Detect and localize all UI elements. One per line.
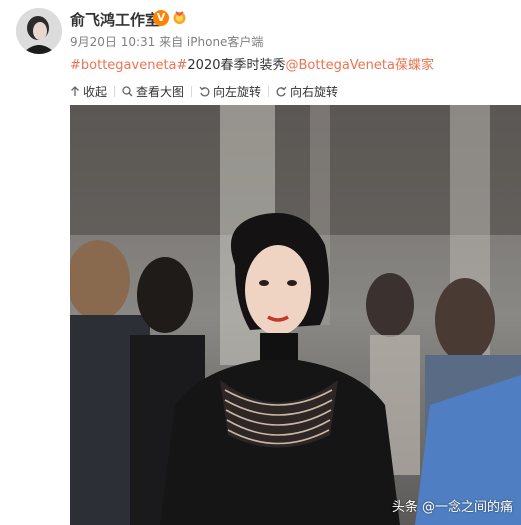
magnifier-icon (122, 85, 133, 96)
verified-badge-icon: V (153, 10, 169, 26)
rotate-right-label: 向右旋转 (290, 84, 339, 99)
rotate-left-icon (199, 86, 210, 96)
watermark: 头条 @一念之间的痛 (391, 500, 513, 515)
divider (114, 85, 116, 97)
hashtag-link[interactable]: #bottegaveneta# (70, 58, 187, 73)
view-large-label: 查看大图 (136, 84, 185, 99)
photo-illustration (70, 105, 521, 525)
collapse-label: 收起 (83, 84, 108, 99)
rotate-right-icon (276, 86, 287, 96)
rotate-left-button[interactable]: 向左旋转 (199, 83, 261, 100)
view-large-button[interactable]: 查看大图 (122, 83, 184, 100)
post-photo[interactable]: 头条 @一念之间的痛 (70, 105, 521, 525)
username[interactable]: 俞飞鸿工作室 (70, 9, 160, 30)
post-meta: 9月20日 10:31 来自 iPhone客户端 (70, 35, 264, 49)
image-toolbar: 收起 查看大图 向左旋转 向右旋转 (70, 82, 338, 100)
collapse-button[interactable]: 收起 (70, 83, 107, 100)
post-text: 2020春季时装秀 (187, 58, 286, 73)
avatar[interactable] (16, 8, 62, 54)
mention-link[interactable]: @BottegaVeneta葆蝶家 (286, 58, 434, 73)
divider (191, 85, 193, 97)
rotate-left-label: 向左旋转 (213, 84, 262, 99)
divider (268, 85, 270, 97)
rotate-right-button[interactable]: 向右旋转 (276, 83, 338, 100)
post-content: #bottegaveneta#2020春季时装秀@BottegaVeneta葆蝶… (70, 54, 434, 73)
medal-icon[interactable] (172, 10, 187, 25)
collapse-icon (71, 85, 79, 96)
